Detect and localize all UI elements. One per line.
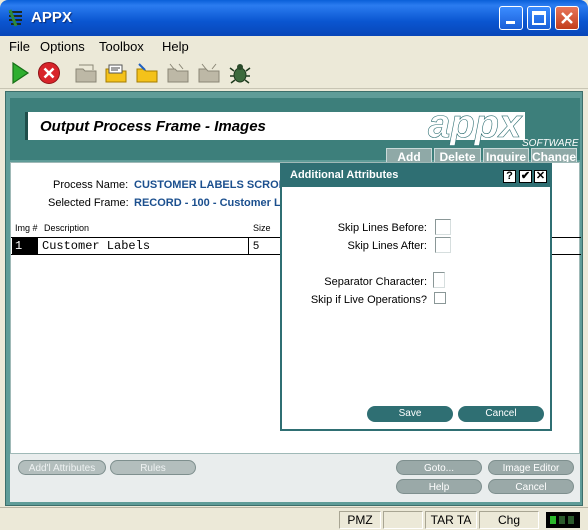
cell-description[interactable]: Customer Labels bbox=[39, 238, 249, 255]
skip-live-operations-label: Skip if Live Operations? bbox=[310, 294, 427, 306]
skip-live-operations-checkbox[interactable] bbox=[434, 292, 446, 304]
frame-title: Output Process Frame - Images bbox=[40, 118, 266, 135]
appx-icon bbox=[8, 9, 22, 27]
help-button[interactable]: Help bbox=[396, 479, 482, 494]
process-name-value: CUSTOMER LABELS SCROL bbox=[134, 179, 284, 191]
frame-button-area: Add'l Attributes Rules Goto... Image Edi… bbox=[10, 454, 580, 502]
cancel-button[interactable]: Cancel bbox=[488, 479, 574, 494]
image-editor-button[interactable]: Image Editor bbox=[488, 460, 574, 475]
add-attributes-button[interactable]: Add'l Attributes bbox=[18, 460, 106, 475]
status-led-icon bbox=[568, 516, 574, 524]
dialog-save-button[interactable]: Save bbox=[367, 406, 453, 422]
rules-button[interactable]: Rules bbox=[110, 460, 196, 475]
window-title: APPX bbox=[31, 9, 72, 26]
status-blank bbox=[383, 511, 423, 529]
skip-lines-before-label: Skip Lines Before: bbox=[337, 222, 427, 234]
edit-folder-icon[interactable] bbox=[104, 61, 128, 85]
process-name-label: Process Name: bbox=[53, 179, 129, 191]
dialog-cancel-button[interactable]: Cancel bbox=[458, 406, 544, 422]
separator-character-input[interactable] bbox=[433, 272, 445, 288]
selected-frame-value: RECORD - 100 - Customer L bbox=[134, 197, 281, 209]
additional-attributes-dialog: Additional Attributes ? ✔ ✕ Skip Lines B… bbox=[280, 163, 552, 431]
menu-help[interactable]: Help bbox=[162, 39, 189, 54]
maximize-button[interactable] bbox=[527, 6, 551, 30]
dialog-help-button[interactable]: ? bbox=[503, 170, 516, 183]
stop-icon[interactable] bbox=[37, 61, 61, 85]
cell-img[interactable]: 1 bbox=[12, 238, 38, 255]
skip-lines-after-label: Skip Lines After: bbox=[347, 240, 428, 252]
status-tar: TAR TA bbox=[425, 511, 477, 529]
open-folder-icon[interactable] bbox=[135, 61, 159, 85]
frame-header: Output Process Frame - Images appx SOFTW… bbox=[10, 98, 580, 164]
status-indicator bbox=[546, 512, 580, 528]
menu-file[interactable]: File bbox=[9, 39, 30, 54]
dialog-close-button[interactable]: ✕ bbox=[534, 170, 547, 183]
menu-toolbox[interactable]: Toolbox bbox=[99, 39, 144, 54]
close-button[interactable] bbox=[555, 6, 579, 30]
status-bar: PMZ TAR TA Chg bbox=[0, 507, 588, 530]
status-led-icon bbox=[559, 516, 565, 524]
run-icon[interactable] bbox=[8, 61, 32, 85]
selected-frame-label: Selected Frame: bbox=[48, 197, 129, 209]
folder-icon[interactable] bbox=[74, 61, 98, 85]
appx-logo: appx SOFTWARE bbox=[428, 102, 579, 149]
disabled-folder2-icon[interactable] bbox=[197, 61, 221, 85]
goto-button[interactable]: Goto... bbox=[396, 460, 482, 475]
menu-options[interactable]: Options bbox=[40, 39, 85, 54]
toolbar bbox=[0, 57, 588, 89]
minimize-button[interactable] bbox=[499, 6, 523, 30]
status-led-icon bbox=[550, 516, 556, 524]
status-mode: Chg bbox=[479, 511, 539, 529]
menu-bar: File Options Toolbox Help bbox=[0, 36, 588, 57]
dialog-header: Additional Attributes ? ✔ ✕ bbox=[282, 165, 550, 187]
svg-text:appx: appx bbox=[428, 102, 523, 146]
dialog-title: Additional Attributes bbox=[290, 169, 399, 181]
disabled-folder-icon[interactable] bbox=[166, 61, 190, 85]
status-pmz: PMZ bbox=[339, 511, 381, 529]
column-header-description: Description bbox=[44, 223, 90, 233]
skip-lines-before-input[interactable] bbox=[435, 219, 451, 235]
column-header-img: Img # bbox=[15, 223, 38, 233]
title-bar: APPX bbox=[0, 0, 588, 36]
bug-icon[interactable] bbox=[228, 61, 252, 85]
dialog-ok-button[interactable]: ✔ bbox=[519, 170, 532, 183]
skip-lines-after-input[interactable] bbox=[435, 237, 451, 253]
separator-character-label: Separator Character: bbox=[324, 276, 427, 288]
